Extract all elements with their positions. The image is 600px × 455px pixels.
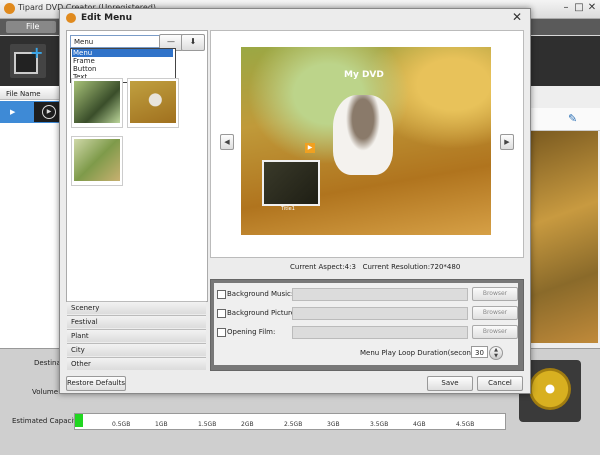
template-thumbnail[interactable] xyxy=(71,78,123,128)
save-button[interactable]: Save xyxy=(427,376,473,391)
estimated-capacity-label: Estimated Capacity: xyxy=(12,417,83,425)
close-icon[interactable]: ✕ xyxy=(586,2,598,14)
dialog-close-icon[interactable]: ✕ xyxy=(511,11,523,23)
kitten-image xyxy=(333,95,393,175)
column-header-file-name[interactable]: File Name xyxy=(0,88,64,100)
previous-arrow-icon[interactable]: ◀ xyxy=(220,134,234,150)
aspect-resolution-info: Current Aspect:4:3 Current Resolution:72… xyxy=(290,263,460,271)
capacity-fill xyxy=(75,414,83,427)
template-thumbnail-image xyxy=(130,81,176,123)
capacity-tick-label: 2.5GB xyxy=(284,421,303,428)
row-expand-icon[interactable]: ▶ xyxy=(10,108,15,116)
category-city[interactable]: City xyxy=(67,343,206,356)
title-label[interactable]: Title1 xyxy=(281,206,295,212)
loop-duration-input[interactable]: 30 xyxy=(471,346,488,358)
dropdown-option-button[interactable]: Button xyxy=(72,65,173,73)
download-icon[interactable]: ⬇ xyxy=(181,34,205,51)
dropdown-option-menu[interactable]: Menu xyxy=(72,49,173,57)
template-type-value: Menu xyxy=(74,38,94,46)
capacity-tick-label: 2GB xyxy=(241,421,254,428)
menu-background-preview xyxy=(530,131,598,343)
restore-defaults-button[interactable]: Restore Defaults xyxy=(66,376,126,391)
play-icon[interactable]: ▶ xyxy=(305,143,315,153)
template-thumbnail-image xyxy=(74,139,120,181)
background-picture-checkbox[interactable] xyxy=(217,309,226,318)
file-menu[interactable]: File xyxy=(6,21,56,33)
cancel-button[interactable]: Cancel xyxy=(477,376,523,391)
background-music-path-field xyxy=(292,288,468,301)
template-thumbnail-image xyxy=(74,81,120,123)
category-scenery[interactable]: Scenery xyxy=(67,301,206,314)
background-music-browse-button[interactable]: Browser xyxy=(472,287,518,301)
template-thumbnail[interactable] xyxy=(71,136,123,186)
background-music-label: Background Music: xyxy=(227,290,294,298)
category-festival[interactable]: Festival xyxy=(67,315,206,328)
opening-film-path-field xyxy=(292,326,468,339)
title-thumbnail[interactable] xyxy=(262,160,320,206)
background-picture-browse-button[interactable]: Browser xyxy=(472,306,518,320)
current-resolution: Current Resolution:720*480 xyxy=(362,263,461,271)
dropdown-option-frame[interactable]: Frame xyxy=(72,57,173,65)
file-list-panel xyxy=(0,86,65,348)
next-arrow-icon[interactable]: ▶ xyxy=(500,134,514,150)
app-logo-icon xyxy=(4,3,15,14)
menu-title-text[interactable]: My DVD xyxy=(344,70,384,80)
maximize-icon[interactable]: □ xyxy=(573,2,585,14)
opening-film-label: Opening Film: xyxy=(227,328,276,336)
capacity-tick-label: 3GB xyxy=(327,421,340,428)
category-plant[interactable]: Plant xyxy=(67,329,206,342)
opening-film-browse-button[interactable]: Browser xyxy=(472,325,518,339)
opening-film-checkbox[interactable] xyxy=(217,328,226,337)
template-thumbnail[interactable] xyxy=(127,78,179,128)
minimize-icon[interactable]: – xyxy=(560,2,572,14)
background-picture-label: Background Picture: xyxy=(227,309,298,317)
background-picture-path-field xyxy=(292,307,468,320)
plus-icon: + xyxy=(30,43,44,62)
capacity-tick-label: 1GB xyxy=(155,421,168,428)
add-file-button[interactable]: + xyxy=(10,44,46,78)
edit-icon[interactable]: ✎ xyxy=(568,113,580,125)
capacity-tick-label: 4GB xyxy=(413,421,426,428)
current-aspect: Current Aspect:4:3 xyxy=(290,263,356,271)
capacity-tick-label: 4.5GB xyxy=(456,421,475,428)
capacity-tick-label: 3.5GB xyxy=(370,421,389,428)
dialog-icon xyxy=(66,13,76,23)
right-panel-header xyxy=(528,108,600,131)
play-icon[interactable]: ▶ xyxy=(42,105,56,119)
disc-icon xyxy=(529,368,571,410)
category-other[interactable]: Other xyxy=(67,357,206,370)
background-music-checkbox[interactable] xyxy=(217,290,226,299)
loop-duration-label: Menu Play Loop Duration(seconds): xyxy=(360,349,485,357)
capacity-tick-label: 0.5GB xyxy=(112,421,131,428)
dialog-title: Edit Menu xyxy=(81,13,132,23)
capacity-tick-label: 1.5GB xyxy=(198,421,217,428)
loop-duration-spinner[interactable]: ▲ ▼ xyxy=(489,346,503,360)
